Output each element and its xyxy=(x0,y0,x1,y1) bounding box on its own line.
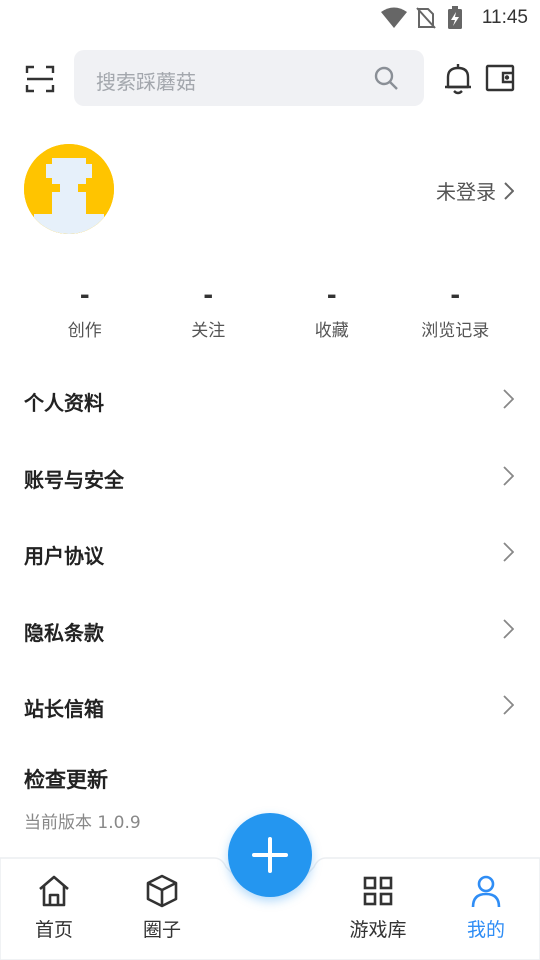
stat-value: - xyxy=(450,281,461,309)
login-label: 未登录 xyxy=(436,180,496,204)
cube-icon xyxy=(146,874,178,908)
battery-charging-icon xyxy=(448,6,462,29)
top-bar: 搜索踩蘑菇 xyxy=(0,48,540,108)
nav-tab-label: 我的 xyxy=(466,919,505,941)
plus-icon xyxy=(252,837,288,873)
no-sim-icon xyxy=(416,7,436,29)
settings-menu: 个人资料 账号与安全 用户协议 隐私条款 站长信箱 xyxy=(0,360,540,743)
chevron-right-icon xyxy=(503,465,514,486)
menu-item-user-agreement[interactable]: 用户协议 xyxy=(0,513,540,590)
nav-tab-label: 游戏库 xyxy=(349,919,407,941)
home-icon xyxy=(39,875,69,907)
nav-tab-me[interactable]: 我的 xyxy=(446,873,526,942)
chevron-right-icon xyxy=(503,695,514,715)
menu-item-account-security[interactable]: 账号与安全 xyxy=(0,437,540,514)
clock: 11:45 xyxy=(481,7,528,28)
check-update-label: 检查更新 xyxy=(24,768,108,792)
menu-item-profile[interactable]: 个人资料 xyxy=(0,360,540,437)
stat-value: - xyxy=(326,281,337,309)
check-update-item[interactable]: 检查更新 当前版本 1.0.9 xyxy=(24,764,141,833)
nav-tab-label: 首页 xyxy=(34,919,73,941)
stat-creations[interactable]: - 创作 xyxy=(23,282,147,342)
menu-item-label: 账号与安全 xyxy=(24,467,124,492)
stat-label: 浏览记录 xyxy=(421,321,490,341)
wallet-icon[interactable] xyxy=(484,62,516,94)
search-placeholder: 搜索踩蘑菇 xyxy=(96,70,196,94)
menu-item-label: 个人资料 xyxy=(24,391,104,415)
nav-tab-label: 圈子 xyxy=(142,919,181,941)
stat-history[interactable]: - 浏览记录 xyxy=(394,282,518,342)
search-input[interactable]: 搜索踩蘑菇 xyxy=(74,50,424,106)
chevron-right-icon xyxy=(503,389,514,409)
menu-item-webmaster-mail[interactable]: 站长信箱 xyxy=(0,666,540,743)
default-avatar-icon xyxy=(24,144,114,234)
avatar[interactable] xyxy=(24,144,114,234)
chevron-right-icon xyxy=(504,181,514,200)
stats-row: - 创作 - 关注 - 收藏 - 浏览记录 xyxy=(0,282,540,342)
nav-tab-circles[interactable]: 圈子 xyxy=(122,873,202,942)
create-post-button[interactable] xyxy=(228,813,312,897)
menu-item-privacy[interactable]: 隐私条款 xyxy=(0,590,540,667)
chevron-right-icon xyxy=(503,618,514,639)
stat-value: - xyxy=(203,281,214,309)
scan-icon[interactable] xyxy=(24,63,56,95)
login-link[interactable]: 未登录 xyxy=(436,176,514,205)
grid-icon xyxy=(363,876,393,906)
stat-following[interactable]: - 关注 xyxy=(147,282,271,342)
wifi-icon xyxy=(381,7,407,28)
menu-item-label: 隐私条款 xyxy=(24,620,104,645)
user-icon xyxy=(471,875,501,908)
stat-value: - xyxy=(79,281,90,309)
version-text: 当前版本 1.0.9 xyxy=(24,813,141,833)
search-icon[interactable] xyxy=(372,64,400,92)
bell-icon[interactable] xyxy=(442,62,474,96)
menu-item-label: 用户协议 xyxy=(24,544,104,568)
nav-tab-game-library[interactable]: 游戏库 xyxy=(338,873,418,942)
stat-favorites[interactable]: - 收藏 xyxy=(270,282,394,342)
menu-item-label: 站长信箱 xyxy=(24,697,104,721)
chevron-right-icon xyxy=(503,542,514,562)
stat-label: 关注 xyxy=(191,321,226,341)
status-bar: 11:45 xyxy=(0,0,540,36)
nav-tab-home[interactable]: 首页 xyxy=(14,873,94,942)
stat-label: 创作 xyxy=(67,321,102,341)
stat-label: 收藏 xyxy=(314,321,349,341)
